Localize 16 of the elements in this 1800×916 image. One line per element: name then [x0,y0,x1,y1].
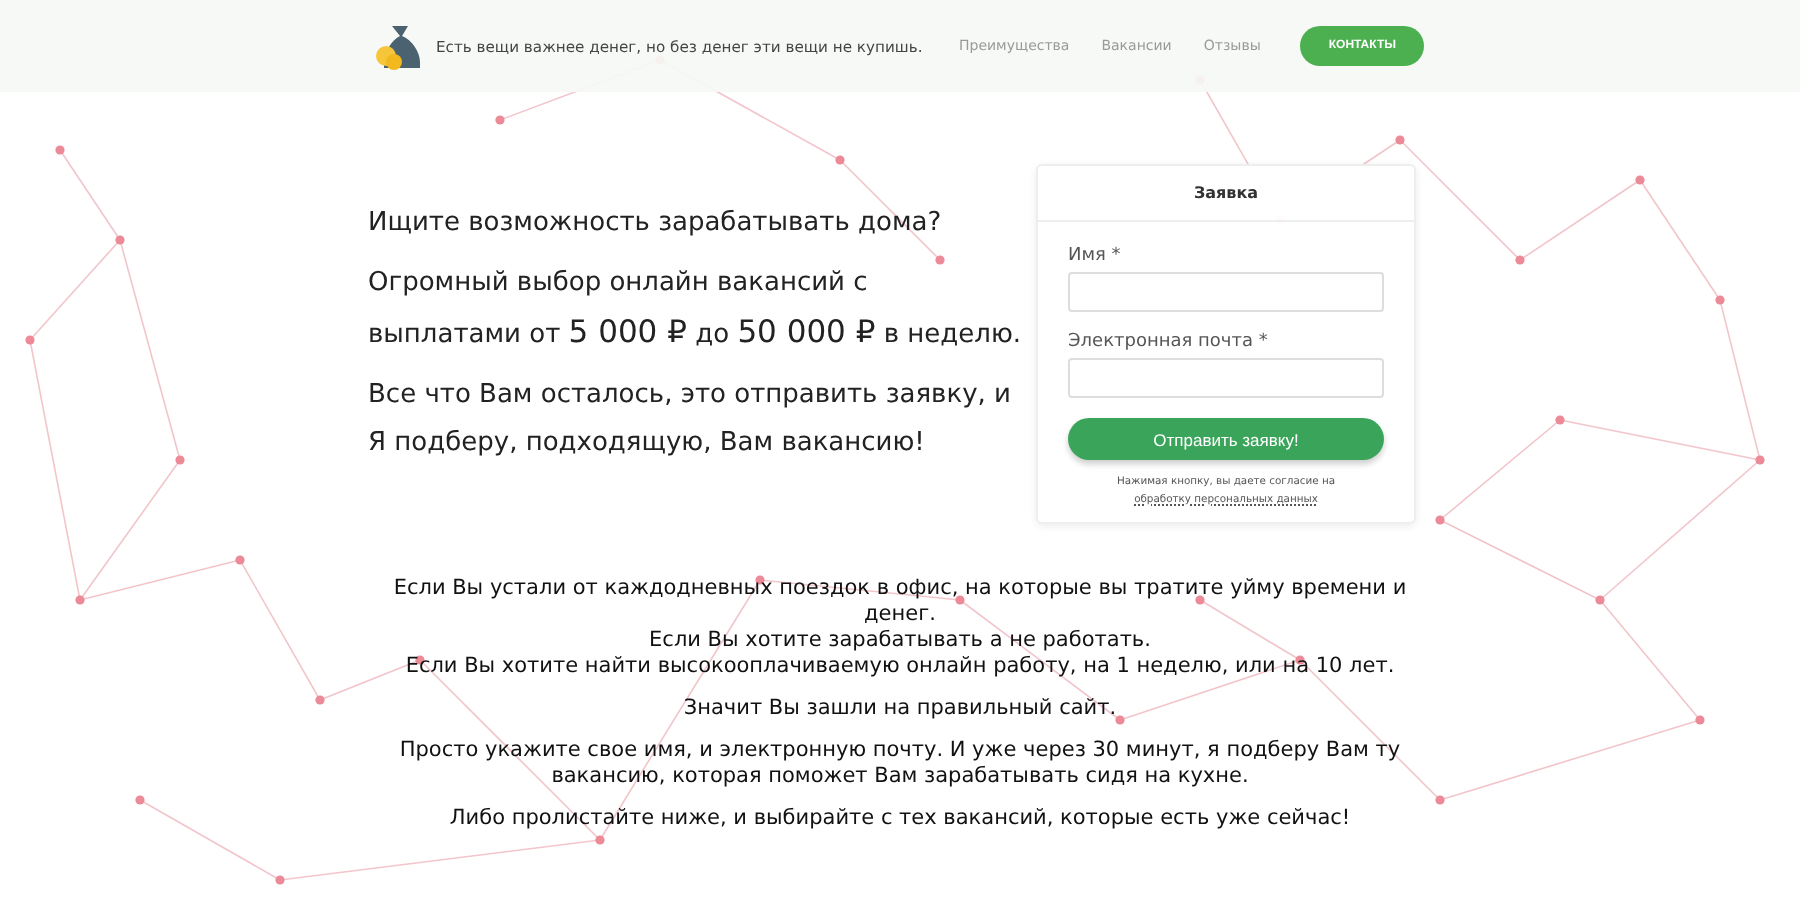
field-label: Имя * [1068,246,1123,266]
intro-text: Все что Вам осталось, это отправить заявку, и Я подберу, подходящую, Вам вакансию! [368,378,1013,462]
body-text: Если Вы устали от каждодневных поездок в офис, на которые вы тратите уйму времени и денег. [391,576,1409,628]
form-title: Заявка [1038,166,1414,222]
body-text: Либо пролистайте ниже, и выбирайте с тех вакансий, которые есть уже сейчас! [447,806,1353,832]
body-text: Просто укажите свое имя, и электронную почту. И уже через 30 минут, я подберу Вам ту вакансию, которая поможет Вам зарабатывать сидя на кухне. [397,738,1403,790]
submit-button[interactable]: Отправить заявку! [1068,418,1384,460]
body-text: Если Вы хотите найти высокооплачиваемую онлайн работу, на 1 неделю, или на 10 лет. [403,654,1397,680]
intro-text: Ищите возможность зарабатывать дома? [368,206,944,242]
input-field[interactable] [1068,358,1384,398]
intro-text: Огромный выбор онлайн вакансий с выплатами от 5 000 ₽ до 50 000 ₽ в неделю. [368,266,1024,354]
money-bag-icon [372,22,424,70]
field-label: Электронная почта * [1068,332,1270,352]
body-text: Если Вы хотите зарабатывать а не работать. [647,628,1153,654]
input-field[interactable] [1068,272,1384,312]
body-text: Значит Вы зашли на правильный сайт. [681,696,1119,722]
